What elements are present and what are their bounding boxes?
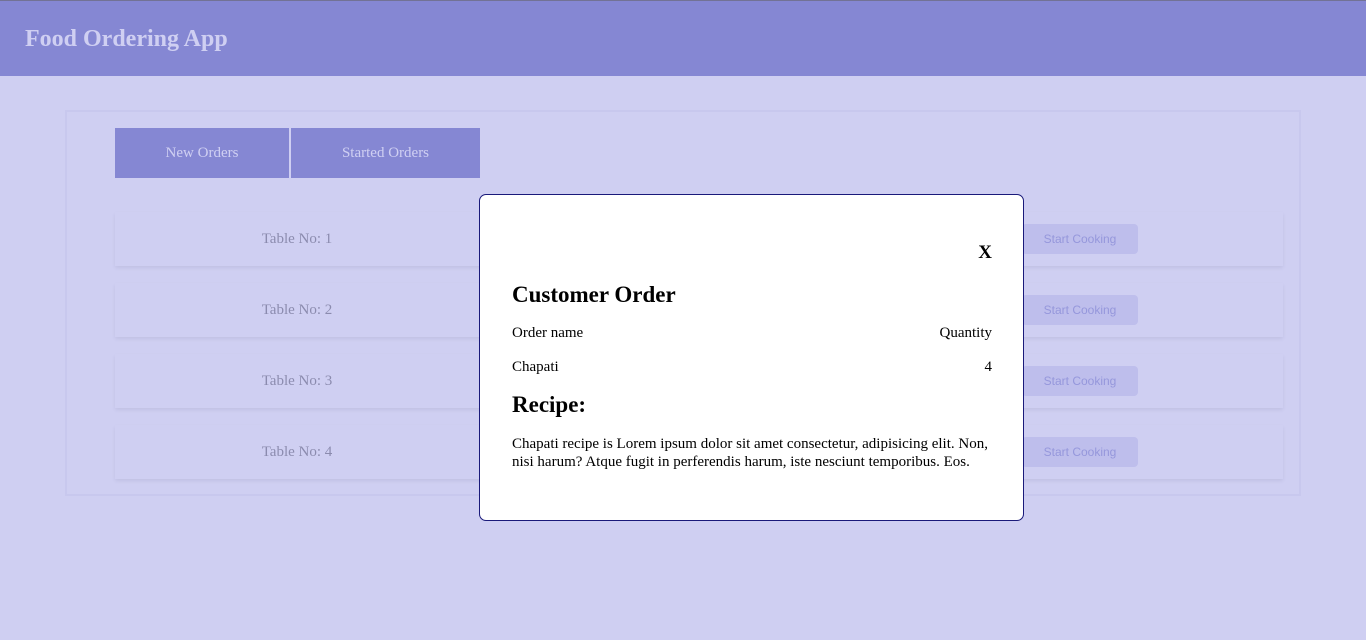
- order-item-name: Chapati: [512, 359, 559, 375]
- customer-order-modal: X Customer Order Order name Quantity Cha…: [479, 194, 1024, 521]
- order-table-header: Order name Quantity: [512, 323, 992, 357]
- modal-title: Customer Order: [512, 282, 676, 307]
- order-name-header: Order name: [512, 325, 584, 341]
- order-item-quantity: 4: [984, 359, 993, 375]
- app-root: Food Ordering App New Orders Started Ord…: [0, 0, 1366, 640]
- order-items-table: Order name Quantity Chapati 4: [512, 323, 992, 391]
- close-modal-button[interactable]: X: [978, 243, 992, 263]
- recipe-text: Chapati recipe is Lorem ipsum dolor sit …: [512, 436, 988, 470]
- quantity-header: Quantity: [939, 325, 993, 341]
- recipe-heading: Recipe:: [512, 392, 587, 417]
- order-item-row: Chapati 4: [512, 357, 992, 391]
